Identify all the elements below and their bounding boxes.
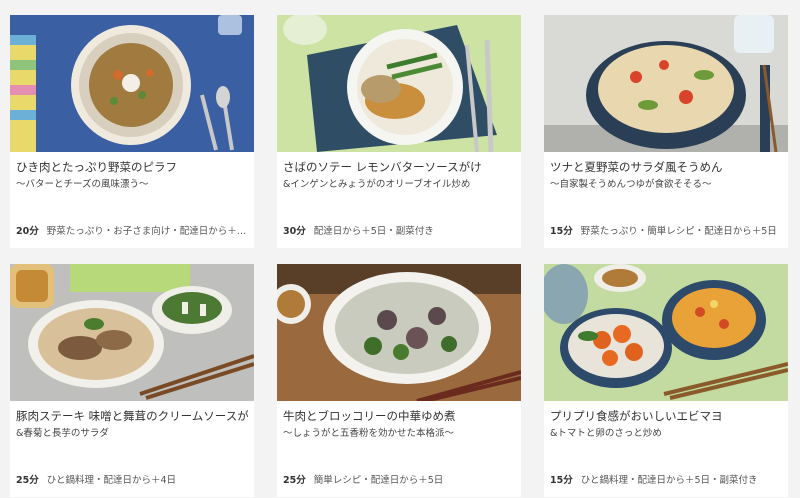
- recipe-subtitle: &春菊と長芋のサラダ: [16, 428, 109, 439]
- recipe-title[interactable]: さばのソテー レモンバターソースがけ: [283, 160, 515, 175]
- recipe-title[interactable]: ひき肉とたっぷり野菜のピラフ: [16, 160, 248, 175]
- cooking-time: 15分: [550, 226, 573, 237]
- recipe-subtitle: ～しょうがと五香粉を効かせた本格派～: [283, 428, 455, 439]
- cooking-time: 25分: [16, 475, 39, 486]
- recipe-tags: 野菜たっぷり・簡単レシピ・配達日から＋5日: [580, 226, 777, 237]
- recipe-tags: ひと鍋料理・配達日から＋5日・副菜付き: [580, 475, 758, 486]
- recipe-tags: 配達日から＋5日・副菜付き: [313, 226, 434, 237]
- recipe-tags: ひと鍋料理・配達日から＋4日: [46, 475, 176, 486]
- recipe-card[interactable]: さばのソテー レモンバターソースがけ &インゲンとみょうがのオリーブオイル炒め …: [277, 15, 521, 248]
- recipe-card[interactable]: ツナと夏野菜のサラダ風そうめん ～自家製そうめんつゆが食欲そそる～ 15分 野菜た…: [544, 15, 788, 248]
- recipe-meta: 15分 ひと鍋料理・配達日から＋5日・副菜付き: [550, 474, 782, 487]
- recipe-title[interactable]: プリプリ食感がおいしいエビマヨ: [550, 409, 782, 424]
- mackerel-photo[interactable]: [277, 15, 521, 152]
- pork-steak-photo[interactable]: [10, 264, 254, 401]
- recipe-subtitle: &インゲンとみょうがのオリーブオイル炒め: [283, 179, 471, 190]
- somen-photo[interactable]: [544, 15, 788, 152]
- recipe-title[interactable]: 豚肉ステーキ 味噌と舞茸のクリームソースがけ: [16, 409, 248, 424]
- recipe-title[interactable]: ツナと夏野菜のサラダ風そうめん: [550, 160, 782, 175]
- recipe-meta: 20分 野菜たっぷり・お子さま向け・配達日から＋…: [16, 225, 248, 238]
- recipe-title[interactable]: 牛肉とブロッコリーの中華ゆめ煮: [283, 409, 515, 424]
- recipe-card[interactable]: ひき肉とたっぷり野菜のピラフ ～バターとチーズの風味漂う～ 20分 野菜たっぷり・…: [10, 15, 254, 248]
- beef-broccoli-photo[interactable]: [277, 264, 521, 401]
- shrimp-mayo-photo[interactable]: [544, 264, 788, 401]
- recipe-card[interactable]: 牛肉とブロッコリーの中華ゆめ煮 ～しょうがと五香粉を効かせた本格派～ 25分 簡単…: [277, 264, 521, 497]
- cooking-time: 30分: [283, 226, 306, 237]
- recipe-meta: 25分 ひと鍋料理・配達日から＋4日: [16, 474, 248, 487]
- recipe-card[interactable]: 豚肉ステーキ 味噌と舞茸のクリームソースがけ &春菊と長芋のサラダ 25分 ひと鍋…: [10, 264, 254, 497]
- recipe-tags: 簡単レシピ・配達日から＋5日: [313, 475, 444, 486]
- recipe-card[interactable]: プリプリ食感がおいしいエビマヨ &トマトと卵のさっと炒め 15分 ひと鍋料理・配達…: [544, 264, 788, 497]
- cooking-time: 20分: [16, 226, 39, 237]
- recipe-subtitle: ～自家製そうめんつゆが食欲そそる～: [550, 179, 712, 190]
- cooking-time: 15分: [550, 475, 573, 486]
- recipe-meta: 25分 簡単レシピ・配達日から＋5日: [283, 474, 515, 487]
- recipe-subtitle: &トマトと卵のさっと炒め: [550, 428, 662, 439]
- cooking-time: 25分: [283, 475, 306, 486]
- recipe-meta: 30分 配達日から＋5日・副菜付き: [283, 225, 515, 238]
- recipe-meta: 15分 野菜たっぷり・簡単レシピ・配達日から＋5日: [550, 225, 782, 238]
- recipe-tags: 野菜たっぷり・お子さま向け・配達日から＋…: [46, 226, 247, 237]
- recipe-subtitle: ～バターとチーズの風味漂う～: [16, 179, 149, 190]
- recipe-grid: ひき肉とたっぷり野菜のピラフ ～バターとチーズの風味漂う～ 20分 野菜たっぷり・…: [0, 0, 800, 498]
- pilaf-photo[interactable]: [10, 15, 254, 152]
